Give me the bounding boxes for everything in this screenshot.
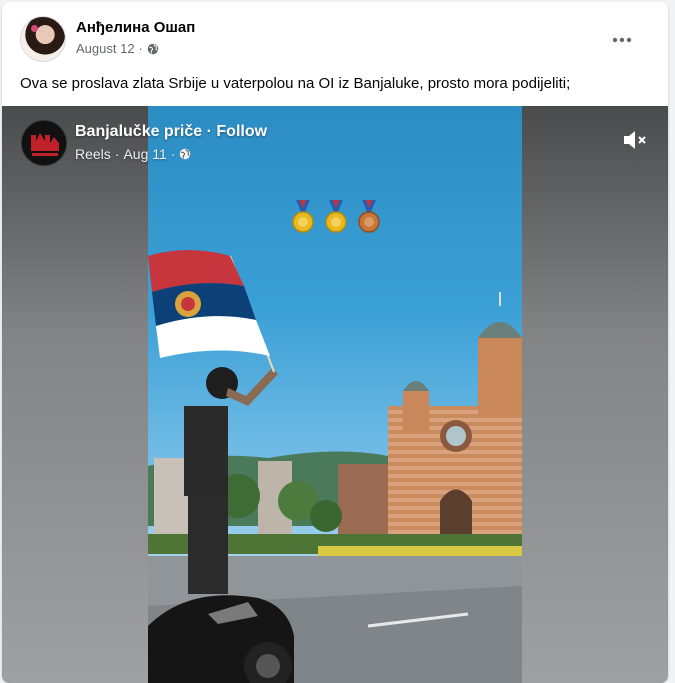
video-blur-left: [2, 106, 148, 683]
post-header: Анђелина Ошап August 12 ·: [20, 16, 652, 64]
gold-medal-icon: [325, 200, 347, 233]
reel-meta-separator: ·: [170, 146, 176, 162]
feed-post: Анђелина Ошап August 12 · Ova se proslav…: [2, 2, 668, 683]
meta-separator: ·: [138, 41, 143, 56]
author-name[interactable]: Анђелина Ошап: [76, 19, 195, 36]
follow-button[interactable]: Follow: [216, 123, 267, 140]
globe-icon: [147, 43, 159, 54]
page-name[interactable]: Banjalučke priče: [75, 123, 202, 140]
banjalucke-price-logo: [22, 121, 66, 165]
post-date[interactable]: August 12: [76, 41, 135, 56]
reel-page-line: Banjalučke priče · Follow: [75, 123, 267, 141]
reel-video[interactable]: [148, 106, 522, 683]
reel-media[interactable]: Banjalučke priče · Follow Reels · Aug 11…: [2, 106, 668, 683]
reel-meta: Reels · Aug 11 ·: [75, 146, 191, 162]
bronze-medal-icon: [358, 200, 380, 233]
video-frame: [148, 250, 522, 683]
speaker-muted-icon: [624, 131, 646, 149]
more-horizontal-icon: [612, 37, 632, 43]
reel-date[interactable]: Aug 11: [123, 146, 166, 162]
post-text: Ova se proslava zlata Srbije u vaterpolo…: [20, 75, 571, 92]
reel-type[interactable]: Reels: [75, 146, 111, 162]
page-separator: ·: [206, 123, 212, 140]
unmute-button[interactable]: [622, 128, 650, 152]
page-avatar[interactable]: [21, 120, 67, 166]
globe-icon: [180, 148, 191, 160]
reel-meta-separator: ·: [114, 146, 120, 162]
gold-medal-icon: [292, 200, 314, 233]
post-meta: August 12 ·: [76, 41, 159, 56]
author-avatar[interactable]: [20, 16, 66, 62]
video-blur-right: [522, 106, 668, 683]
post-options-button[interactable]: [604, 22, 640, 58]
